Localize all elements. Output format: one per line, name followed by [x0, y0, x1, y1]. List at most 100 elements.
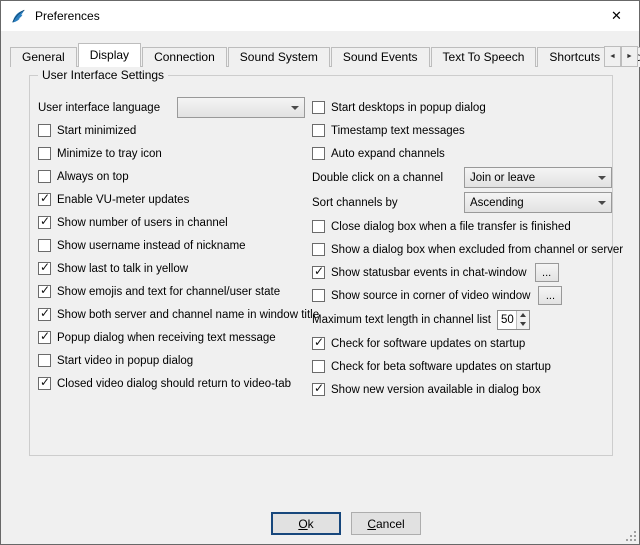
- checkbox-video-source-corner[interactable]: Show source in corner of video window ..…: [312, 284, 612, 307]
- checkbox-icon: [38, 193, 51, 206]
- checkbox-label: Check for software updates on startup: [331, 338, 525, 350]
- resize-grip-icon[interactable]: [624, 529, 637, 542]
- tab-scroll-right-icon[interactable]: ►: [621, 46, 638, 67]
- language-label: User interface language: [38, 102, 177, 114]
- max-text-length-value: 50: [498, 311, 516, 329]
- max-text-length-row: Maximum text length in channel list 50: [312, 307, 612, 332]
- checkbox-icon: [312, 383, 325, 396]
- checkbox-icon: [312, 266, 325, 279]
- ok-button[interactable]: Ok: [271, 512, 341, 535]
- spin-up-icon[interactable]: [517, 311, 529, 320]
- checkbox-closed-video-return[interactable]: Closed video dialog should return to vid…: [38, 372, 312, 395]
- checkbox-label: Close dialog box when a file transfer is…: [331, 221, 571, 233]
- checkbox-label: Show both server and channel name in win…: [57, 309, 319, 321]
- checkbox-show-user-count[interactable]: Show number of users in channel: [38, 211, 312, 234]
- checkbox-icon: [38, 377, 51, 390]
- checkbox-show-username[interactable]: Show username instead of nickname: [38, 234, 312, 257]
- checkbox-label: Show statusbar events in chat-window: [331, 267, 527, 279]
- tab-bar: General Display Connection Sound System …: [10, 43, 639, 67]
- checkbox-excluded-dialog[interactable]: Show a dialog box when excluded from cha…: [312, 238, 612, 261]
- checkbox-desktops-popup[interactable]: Start desktops in popup dialog: [312, 96, 612, 119]
- checkbox-icon: [38, 308, 51, 321]
- statusbar-events-more-button[interactable]: ...: [535, 263, 559, 282]
- checkbox-label: Show new version available in dialog box: [331, 384, 541, 396]
- sort-channels-row: Sort channels by Ascending: [312, 190, 612, 215]
- checkbox-icon: [312, 101, 325, 114]
- checkbox-label: Closed video dialog should return to vid…: [57, 378, 291, 390]
- tab-sound-system[interactable]: Sound System: [228, 47, 330, 67]
- checkbox-timestamp-messages[interactable]: Timestamp text messages: [312, 119, 612, 142]
- checkbox-icon: [312, 289, 325, 302]
- checkbox-icon: [38, 285, 51, 298]
- checkbox-label: Show number of users in channel: [57, 217, 228, 229]
- cancel-button-label: Cancel: [352, 517, 420, 531]
- checkbox-icon: [38, 262, 51, 275]
- checkbox-server-channel-title[interactable]: Show both server and channel name in win…: [38, 303, 312, 326]
- max-text-length-label: Maximum text length in channel list: [312, 314, 491, 326]
- double-click-row: Double click on a channel Join or leave: [312, 165, 612, 190]
- checkbox-label: Enable VU-meter updates: [57, 194, 189, 206]
- max-text-length-spinner[interactable]: 50: [497, 310, 530, 330]
- tab-general[interactable]: General: [10, 47, 77, 67]
- tab-text-to-speech[interactable]: Text To Speech: [431, 47, 537, 67]
- chevron-down-icon: [598, 201, 606, 209]
- window-title: Preferences: [35, 9, 100, 23]
- checkbox-always-on-top[interactable]: Always on top: [38, 165, 312, 188]
- checkbox-auto-expand-channels[interactable]: Auto expand channels: [312, 142, 612, 165]
- tab-scroll-buttons: ◄ ►: [604, 46, 638, 67]
- chevron-down-icon: [291, 106, 299, 114]
- double-click-value: Join or leave: [470, 172, 592, 184]
- checkbox-last-to-talk[interactable]: Show last to talk in yellow: [38, 257, 312, 280]
- checkbox-icon: [312, 360, 325, 373]
- chevron-down-icon: [598, 176, 606, 184]
- checkbox-check-beta-updates[interactable]: Check for beta software updates on start…: [312, 355, 612, 378]
- preferences-dialog: Preferences ✕ General Display Connection…: [0, 0, 640, 545]
- checkbox-icon: [312, 220, 325, 233]
- checkbox-popup-text-message[interactable]: Popup dialog when receiving text message: [38, 326, 312, 349]
- language-row: User interface language: [38, 96, 312, 119]
- checkbox-minimize-to-tray[interactable]: Minimize to tray icon: [38, 142, 312, 165]
- left-column: User interface language Start minimized …: [38, 96, 312, 395]
- tab-display[interactable]: Display: [78, 43, 141, 67]
- checkbox-label: Timestamp text messages: [331, 125, 465, 137]
- sort-channels-label: Sort channels by: [312, 197, 464, 209]
- spinner-arrows: [516, 311, 529, 329]
- checkbox-label: Popup dialog when receiving text message: [57, 332, 276, 344]
- checkbox-label: Always on top: [57, 171, 129, 183]
- double-click-label: Double click on a channel: [312, 172, 464, 184]
- checkbox-label: Show username instead of nickname: [57, 240, 246, 252]
- double-click-dropdown[interactable]: Join or leave: [464, 167, 612, 188]
- sort-channels-dropdown[interactable]: Ascending: [464, 192, 612, 213]
- tab-shortcuts[interactable]: Shortcuts: [537, 47, 612, 67]
- checkbox-close-on-transfer[interactable]: Close dialog box when a file transfer is…: [312, 215, 612, 238]
- checkbox-icon: [312, 337, 325, 350]
- checkbox-video-popup[interactable]: Start video in popup dialog: [38, 349, 312, 372]
- checkbox-label: Show a dialog box when excluded from cha…: [331, 244, 623, 256]
- checkbox-label: Show source in corner of video window: [331, 290, 530, 302]
- ok-button-label: Ok: [273, 517, 339, 531]
- titlebar[interactable]: Preferences ✕: [1, 1, 639, 31]
- checkbox-new-version-dialog[interactable]: Show new version available in dialog box: [312, 378, 612, 401]
- checkbox-icon: [38, 216, 51, 229]
- checkbox-start-minimized[interactable]: Start minimized: [38, 119, 312, 142]
- language-dropdown[interactable]: [177, 97, 305, 118]
- checkbox-vu-meter-updates[interactable]: Enable VU-meter updates: [38, 188, 312, 211]
- video-source-more-button[interactable]: ...: [538, 286, 562, 305]
- checkbox-label: Auto expand channels: [331, 148, 445, 160]
- checkbox-statusbar-events[interactable]: Show statusbar events in chat-window ...: [312, 261, 612, 284]
- checkbox-label: Start video in popup dialog: [57, 355, 193, 367]
- checkbox-check-updates[interactable]: Check for software updates on startup: [312, 332, 612, 355]
- spin-down-icon[interactable]: [517, 320, 529, 329]
- checkbox-icon: [38, 239, 51, 252]
- checkbox-label: Start minimized: [57, 125, 136, 137]
- tab-connection[interactable]: Connection: [142, 47, 227, 67]
- checkbox-icon: [38, 331, 51, 344]
- checkbox-icon: [312, 124, 325, 137]
- close-icon[interactable]: ✕: [594, 1, 639, 30]
- checkbox-label: Check for beta software updates on start…: [331, 361, 551, 373]
- tab-sound-events[interactable]: Sound Events: [331, 47, 430, 67]
- cancel-button[interactable]: Cancel: [351, 512, 421, 535]
- tab-scroll-left-icon[interactable]: ◄: [604, 46, 621, 67]
- checkbox-show-emojis[interactable]: Show emojis and text for channel/user st…: [38, 280, 312, 303]
- checkbox-icon: [38, 147, 51, 160]
